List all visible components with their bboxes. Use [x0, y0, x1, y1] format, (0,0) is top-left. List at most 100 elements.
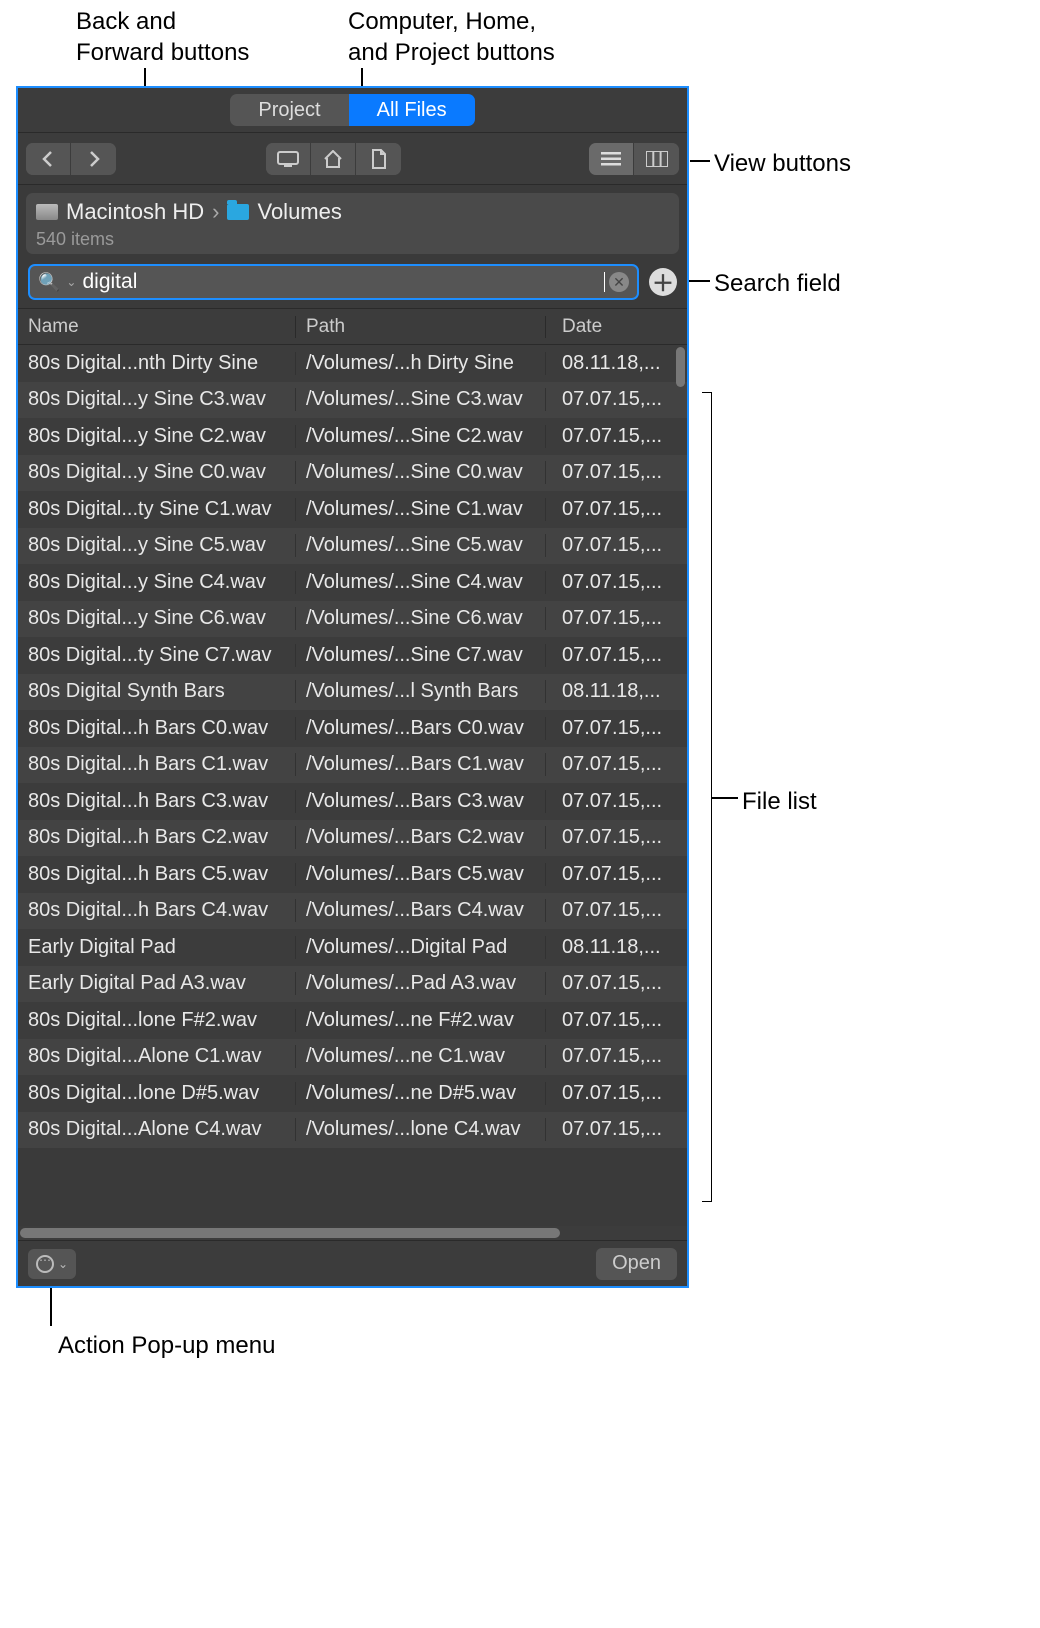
- cell-name: 80s Digital...Alone C1.wav: [18, 1045, 296, 1068]
- home-icon: [323, 150, 343, 168]
- cell-date: 07.07.15,...: [546, 607, 687, 630]
- table-row[interactable]: Early Digital Pad A3.wav/Volumes/...Pad …: [18, 966, 687, 1003]
- item-count: 540 items: [36, 229, 669, 250]
- cell-date: 07.07.15,...: [546, 425, 687, 448]
- harddrive-icon: [36, 204, 58, 220]
- cell-path: /Volumes/...Bars C5.wav: [296, 863, 546, 886]
- leader-line: [690, 160, 710, 162]
- breadcrumb-folder: Volumes: [257, 199, 341, 225]
- table-row[interactable]: 80s Digital...h Bars C3.wav/Volumes/...B…: [18, 783, 687, 820]
- cell-name: 80s Digital...h Bars C4.wav: [18, 899, 296, 922]
- tab-segment: Project All Files: [230, 94, 474, 126]
- cell-name: 80s Digital...h Bars C0.wav: [18, 717, 296, 740]
- table-row[interactable]: 80s Digital...y Sine C2.wav/Volumes/...S…: [18, 418, 687, 455]
- leader-line: [712, 797, 738, 799]
- callout-view-buttons: View buttons: [714, 148, 851, 179]
- search-icon: 🔍: [38, 272, 60, 293]
- cell-name: Early Digital Pad: [18, 936, 296, 959]
- cell-date: 07.07.15,...: [546, 826, 687, 849]
- breadcrumb[interactable]: Macintosh HD › Volumes: [36, 199, 669, 225]
- open-button[interactable]: Open: [596, 1248, 677, 1280]
- cell-date: 08.11.18,...: [546, 936, 687, 959]
- computer-button[interactable]: [266, 143, 311, 175]
- column-view-button[interactable]: [634, 143, 679, 175]
- cell-path: /Volumes/...ne D#5.wav: [296, 1082, 546, 1105]
- cell-date: 07.07.15,...: [546, 1082, 687, 1105]
- list-header: Name Path Date: [18, 309, 687, 345]
- search-input[interactable]: 🔍 ⌄ digital ✕: [28, 264, 639, 300]
- cell-date: 07.07.15,...: [546, 753, 687, 776]
- back-button[interactable]: [26, 143, 71, 175]
- cell-name: 80s Digital...h Bars C3.wav: [18, 790, 296, 813]
- table-row[interactable]: 80s Digital...y Sine C0.wav/Volumes/...S…: [18, 455, 687, 492]
- cell-name: 80s Digital...nth Dirty Sine: [18, 352, 296, 375]
- cell-name: 80s Digital...y Sine C6.wav: [18, 607, 296, 630]
- cell-name: Early Digital Pad A3.wav: [18, 972, 296, 995]
- chevron-down-icon: ⌄: [58, 1257, 68, 1271]
- cell-date: 07.07.15,...: [546, 388, 687, 411]
- table-row[interactable]: 80s Digital...h Bars C1.wav/Volumes/...B…: [18, 747, 687, 784]
- cell-path: /Volumes/...l Synth Bars: [296, 680, 546, 703]
- table-row[interactable]: Early Digital Pad/Volumes/...Digital Pad…: [18, 929, 687, 966]
- project-button[interactable]: [356, 143, 401, 175]
- table-row[interactable]: 80s Digital...Alone C1.wav/Volumes/...ne…: [18, 1039, 687, 1076]
- cell-path: /Volumes/...Bars C2.wav: [296, 826, 546, 849]
- column-header-date[interactable]: Date: [546, 316, 687, 338]
- table-row[interactable]: 80s Digital Synth Bars/Volumes/...l Synt…: [18, 674, 687, 711]
- table-row[interactable]: 80s Digital...h Bars C4.wav/Volumes/...B…: [18, 893, 687, 930]
- cell-path: /Volumes/...ne F#2.wav: [296, 1009, 546, 1032]
- table-row[interactable]: 80s Digital...lone F#2.wav/Volumes/...ne…: [18, 1002, 687, 1039]
- callout-back-forward: Back and Forward buttons: [76, 6, 249, 68]
- cell-name: 80s Digital...ty Sine C7.wav: [18, 644, 296, 667]
- cell-name: 80s Digital...y Sine C4.wav: [18, 571, 296, 594]
- home-button[interactable]: [311, 143, 356, 175]
- table-row[interactable]: 80s Digital...Alone C4.wav/Volumes/...lo…: [18, 1112, 687, 1149]
- table-row[interactable]: 80s Digital...ty Sine C7.wav/Volumes/...…: [18, 637, 687, 674]
- add-button[interactable]: ＋: [649, 268, 677, 296]
- column-header-path[interactable]: Path: [296, 316, 546, 338]
- table-row[interactable]: 80s Digital...ty Sine C1.wav/Volumes/...…: [18, 491, 687, 528]
- cell-name: 80s Digital...y Sine C3.wav: [18, 388, 296, 411]
- footer: ⌄ Open: [18, 1240, 687, 1286]
- callout-computer-home-project: Computer, Home, and Project buttons: [348, 6, 555, 68]
- breadcrumb-bar: Macintosh HD › Volumes 540 items: [26, 193, 679, 254]
- cell-path: /Volumes/...Bars C3.wav: [296, 790, 546, 813]
- table-row[interactable]: 80s Digital...nth Dirty Sine/Volumes/...…: [18, 345, 687, 382]
- table-row[interactable]: 80s Digital...h Bars C2.wav/Volumes/...B…: [18, 820, 687, 857]
- list-body[interactable]: 80s Digital...nth Dirty Sine/Volumes/...…: [18, 345, 687, 1226]
- cell-path: /Volumes/...Sine C3.wav: [296, 388, 546, 411]
- cell-path: /Volumes/...Sine C5.wav: [296, 534, 546, 557]
- table-row[interactable]: 80s Digital...y Sine C5.wav/Volumes/...S…: [18, 528, 687, 565]
- cell-date: 07.07.15,...: [546, 461, 687, 484]
- scrollbar-thumb[interactable]: [20, 1228, 560, 1238]
- tab-all-files[interactable]: All Files: [349, 94, 475, 126]
- forward-button[interactable]: [71, 143, 116, 175]
- table-row[interactable]: 80s Digital...h Bars C0.wav/Volumes/...B…: [18, 710, 687, 747]
- cell-name: 80s Digital...ty Sine C1.wav: [18, 498, 296, 521]
- list-view-button[interactable]: [589, 143, 634, 175]
- callout-action-menu: Action Pop-up menu: [58, 1330, 275, 1361]
- column-header-name[interactable]: Name: [18, 316, 296, 338]
- table-row[interactable]: 80s Digital...y Sine C4.wav/Volumes/...S…: [18, 564, 687, 601]
- tab-project[interactable]: Project: [230, 94, 348, 126]
- table-row[interactable]: 80s Digital...y Sine C3.wav/Volumes/...S…: [18, 382, 687, 419]
- cell-date: 07.07.15,...: [546, 644, 687, 667]
- tab-bar: Project All Files: [18, 88, 687, 133]
- cell-path: /Volumes/...Sine C1.wav: [296, 498, 546, 521]
- table-row[interactable]: 80s Digital...h Bars C5.wav/Volumes/...B…: [18, 856, 687, 893]
- search-row: 🔍 ⌄ digital ✕ ＋: [18, 254, 687, 308]
- callout-file-list: File list: [742, 786, 817, 817]
- cell-path: /Volumes/...h Dirty Sine: [296, 352, 546, 375]
- location-button-group: [266, 143, 401, 175]
- table-row[interactable]: 80s Digital...lone D#5.wav/Volumes/...ne…: [18, 1075, 687, 1112]
- cell-date: 07.07.15,...: [546, 717, 687, 740]
- cell-name: 80s Digital...lone D#5.wav: [18, 1082, 296, 1105]
- action-popup-menu[interactable]: ⌄: [28, 1249, 76, 1279]
- clear-search-button[interactable]: ✕: [609, 272, 629, 292]
- chevron-left-icon: [41, 151, 55, 167]
- horizontal-scrollbar[interactable]: [18, 1226, 687, 1240]
- cell-name: 80s Digital...y Sine C0.wav: [18, 461, 296, 484]
- view-button-group: [589, 143, 679, 175]
- table-row[interactable]: 80s Digital...y Sine C6.wav/Volumes/...S…: [18, 601, 687, 638]
- scrollbar-thumb[interactable]: [676, 347, 685, 387]
